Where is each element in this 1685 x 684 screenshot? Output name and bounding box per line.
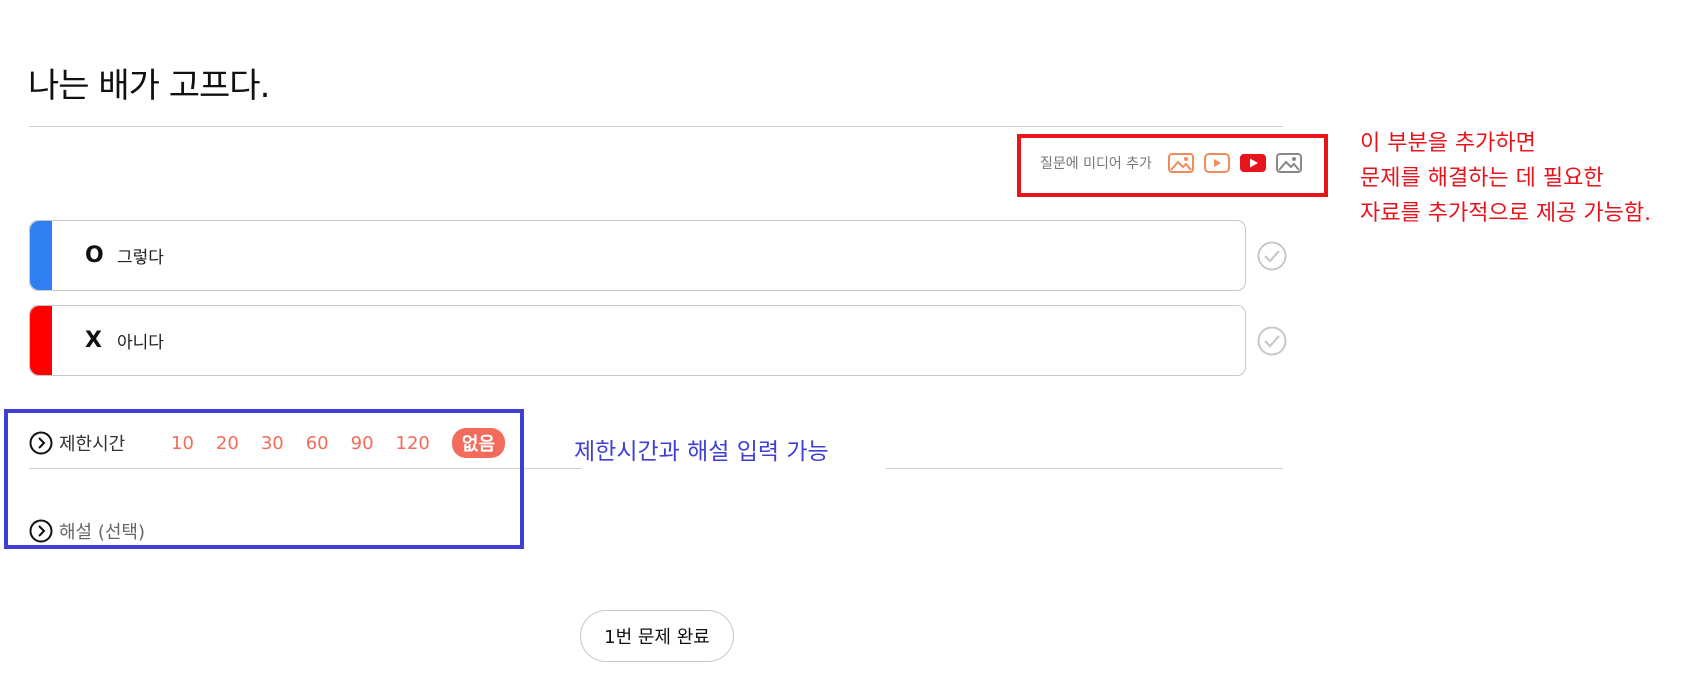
option-color-bar xyxy=(30,306,52,375)
media-annotation-line: 문제를 해결하는 데 필요한 xyxy=(1360,166,1604,191)
option-mark: O xyxy=(85,243,104,268)
option-text[interactable]: 그렇다 xyxy=(117,243,164,268)
answer-option-x[interactable]: X 아니다 xyxy=(29,305,1246,376)
correct-answer-check-icon[interactable] xyxy=(1256,240,1288,272)
correct-answer-check-icon[interactable] xyxy=(1256,325,1288,357)
complete-question-button[interactable]: 1번 문제 완료 xyxy=(580,610,734,662)
media-annotation-box xyxy=(1017,134,1328,197)
media-annotation-line: 이 부분을 추가하면 xyxy=(1360,131,1536,156)
media-annotation-line: 자료를 추가적으로 제공 가능함. xyxy=(1360,201,1652,226)
option-mark: X xyxy=(85,328,102,353)
time-annotation-text: 제한시간과 해설 입력 가능 xyxy=(574,439,829,465)
time-limit-divider xyxy=(886,468,1283,469)
option-color-bar xyxy=(30,221,52,290)
option-text[interactable]: 아니다 xyxy=(117,328,164,353)
time-explanation-annotation-box xyxy=(4,409,524,549)
media-annotation-text: 이 부분을 추가하면 문제를 해결하는 데 필요한 자료를 추가적으로 제공 가… xyxy=(1360,126,1651,231)
title-divider xyxy=(29,126,1283,127)
answer-option-o[interactable]: O 그렇다 xyxy=(29,220,1246,291)
question-title[interactable]: 나는 배가 고프다. xyxy=(28,58,270,107)
